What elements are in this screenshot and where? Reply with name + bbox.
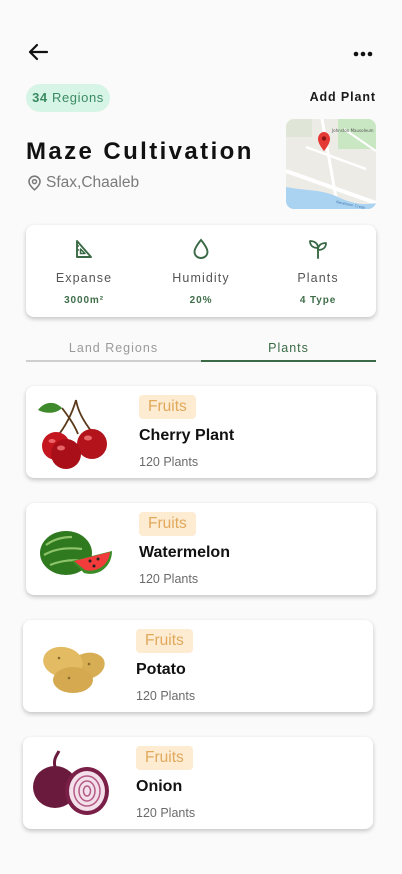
plant-card-cherry[interactable]: Fruits Cherry Plant 120 Plants [26,386,376,478]
top-bar [0,38,402,68]
stat-value: 4 Type [299,295,337,306]
tab-land-regions[interactable]: Land Regions [26,336,201,362]
plant-card-watermelon[interactable]: Fruits Watermelon 120 Plants [26,503,376,595]
location-pin-icon [28,175,41,191]
more-horizontal-icon [353,51,373,57]
location-text: Sfax,Chaaleb [46,174,140,191]
plant-name: Onion [136,778,183,795]
set-square-icon [76,240,92,258]
plant-card-potato[interactable]: Fruits Potato 120 Plants [23,620,373,712]
category-badge: Fruits [136,746,193,770]
map-label-mausoleum: Johnston Mausoleum [331,128,374,133]
potato-image [43,646,105,693]
page-title: Maze Cultivation [26,138,254,165]
watermelon-image [40,531,112,575]
stat-plants: Plants 4 Type [260,225,376,317]
category-badge: Fruits [136,629,193,653]
plant-count: 120 Plants [136,806,196,820]
stats-card: Expanse 3000m² Humidity 20% Plants 4 Typ… [26,225,376,317]
location-row: Sfax,Chaaleb [27,173,139,193]
plant-name: Potato [136,661,186,678]
plant-card-onion[interactable]: Fruits Onion 120 Plants [23,737,373,829]
plant-name: Cherry Plant [139,427,235,444]
regions-count-badge: 34 Regions [26,84,110,112]
plant-count: 120 Plants [139,455,199,469]
plant-name: Watermelon [139,544,230,561]
tab-plants[interactable]: Plants [201,336,376,362]
plant-count: 120 Plants [136,689,196,703]
tab-bar: Land Regions Plants [26,336,376,362]
stat-value: 20% [189,295,213,306]
droplet-icon [193,238,209,259]
onion-image [33,750,109,815]
stat-label: Expanse [55,271,113,285]
map-thumbnail[interactable]: Johnston Mausoleum Newtown Creek [286,119,376,209]
sprout-icon [309,240,327,259]
category-badge: Fruits [139,395,196,419]
back-button[interactable] [27,42,51,64]
more-options-button[interactable] [352,44,376,64]
stat-value: 3000m² [64,295,104,306]
stat-expanse: Expanse 3000m² [26,225,142,317]
cherry-image [38,399,107,469]
add-plant-button[interactable]: Add Plant [310,90,376,104]
plant-count: 120 Plants [139,572,199,586]
category-badge: Fruits [139,512,196,536]
regions-label: Regions [51,90,104,105]
regions-count: 34 [32,90,48,105]
map-image: Johnston Mausoleum Newtown Creek [286,119,376,209]
stat-label: Plants [297,271,339,285]
stat-humidity: Humidity 20% [143,225,259,317]
stat-label: Humidity [172,271,230,285]
arrow-left-icon [28,43,49,61]
